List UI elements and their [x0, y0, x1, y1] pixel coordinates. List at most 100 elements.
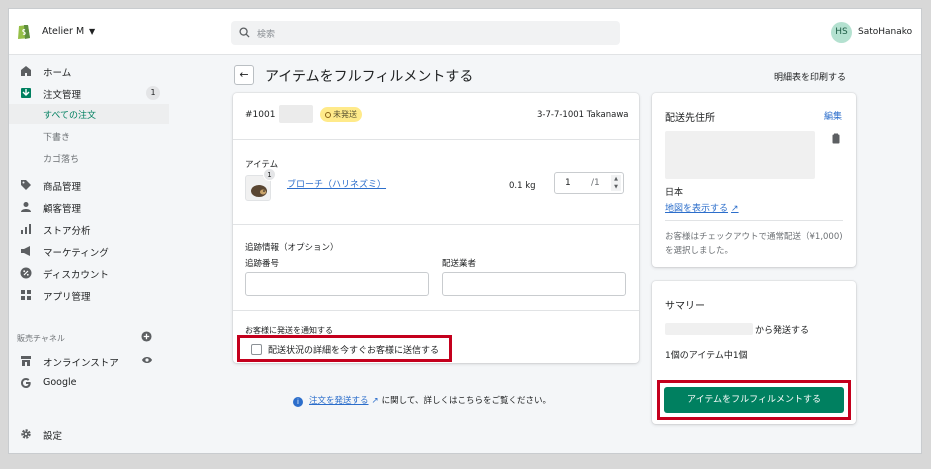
- apps-icon: [21, 290, 31, 300]
- view-map-text: 地図を表示する: [665, 204, 729, 214]
- fulfill-orders-help-link[interactable]: 注文を発送する: [309, 396, 369, 406]
- info-icon: i: [293, 397, 303, 407]
- clipboard-icon[interactable]: [832, 133, 840, 144]
- sidebar-item-customers[interactable]: 顧客管理: [9, 197, 169, 217]
- notify-highlight: 配送状況の詳細を今すぐお客様に送信する: [237, 335, 452, 362]
- divider: [665, 220, 843, 221]
- ship-from-text: から発送する: [755, 326, 810, 336]
- sidebar-item-label: すべての注文: [43, 111, 97, 121]
- tracking-number-label: 追跡番号: [245, 259, 280, 269]
- sidebar-item-label: 注文管理: [43, 90, 82, 101]
- item-count-badge: 1: [263, 168, 276, 181]
- notify-checkbox-label[interactable]: 配送状況の詳細を今すぐお客様に送信する: [268, 343, 439, 356]
- home-icon: [21, 66, 31, 76]
- sales-channels-label: 販売チャネル: [17, 334, 65, 343]
- sidebar-item-apps[interactable]: アプリ管理: [9, 285, 169, 305]
- redacted-origin: [665, 323, 753, 335]
- google-icon: [21, 378, 31, 388]
- search-bar[interactable]: 検索: [231, 21, 620, 45]
- search-icon: [239, 27, 250, 38]
- country: 日本: [665, 188, 684, 198]
- shipping-address-card: 配送先住所 編集 日本 地図を表示する ↗ お客様はチェックアウトで通常配送（¥1…: [652, 93, 856, 267]
- sidebar-item-label: カゴ落ち: [43, 155, 80, 165]
- status-dot-icon: [325, 112, 331, 118]
- shipping-address-title: 配送先住所: [665, 113, 715, 124]
- sidebar-item-settings[interactable]: 設定: [9, 424, 169, 444]
- back-button[interactable]: ←: [234, 65, 254, 85]
- bar-chart-icon: [21, 224, 31, 234]
- spinner-icon[interactable]: ▲ ▼: [611, 175, 621, 191]
- edit-address-link[interactable]: 編集: [824, 109, 842, 122]
- shopify-logo-icon: [18, 25, 30, 39]
- item-weight: 0.1 kg: [509, 181, 536, 191]
- quantity-stepper[interactable]: 1 /1 ▲ ▼: [554, 172, 624, 194]
- search-placeholder: 検索: [257, 30, 276, 40]
- location-address: 3-7-7-1001 Takanawa: [537, 110, 629, 120]
- summary-card: サマリー から発送する 1個のアイテム中1個 アイテムをフルフィルメントする: [652, 281, 856, 424]
- carrier-input[interactable]: [442, 272, 626, 296]
- app-window: Atelier M ▼ 検索 HS SatoHanako ホーム 注文管理 1 …: [8, 8, 922, 454]
- status-text: 未発送: [333, 110, 357, 119]
- order-number: #1001: [245, 110, 276, 120]
- sidebar-item-label: アプリ管理: [43, 292, 91, 303]
- fulfill-highlight: アイテムをフルフィルメントする: [657, 380, 851, 420]
- page-title: アイテムをフルフィルメントする: [265, 69, 474, 85]
- sidebar: ホーム 注文管理 1 すべての注文 下書き カゴ落ち 商品管理 顧客管理 ストア…: [9, 56, 169, 453]
- external-link-icon: ↗: [371, 396, 379, 406]
- status-badge: 未発送: [320, 107, 362, 122]
- store-icon: [21, 356, 31, 366]
- divider: [233, 224, 639, 225]
- user-name[interactable]: SatoHanako: [858, 27, 912, 37]
- store-name[interactable]: Atelier M: [42, 26, 84, 37]
- top-bar: Atelier M ▼ 検索 HS SatoHanako: [9, 9, 921, 55]
- summary-title: サマリー: [665, 301, 705, 312]
- shipping-method-note: お客様はチェックアウトで通常配送（¥1,000)を選択しました。: [665, 232, 843, 256]
- sidebar-item-products[interactable]: 商品管理: [9, 175, 169, 195]
- orders-count-badge: 1: [146, 86, 160, 100]
- divider: [233, 310, 639, 311]
- fulfillment-card: #1001 未発送 3-7-7-1001 Takanawa アイテム 1 ブロー…: [233, 93, 639, 363]
- notify-checkbox[interactable]: [251, 344, 262, 355]
- tracking-label: 追跡情報（オプション）: [245, 243, 339, 253]
- orders-icon: [21, 88, 31, 98]
- product-link[interactable]: ブローチ（ハリネズミ）: [287, 177, 386, 190]
- avatar[interactable]: HS: [831, 22, 852, 43]
- sidebar-item-label: オンラインストア: [43, 358, 119, 369]
- quantity-value[interactable]: 1: [565, 178, 571, 188]
- item-count-text: 1個のアイテム中1個: [665, 351, 748, 361]
- sidebar-item-label: マーケティング: [43, 248, 109, 259]
- sidebar-item-label: ディスカウント: [43, 270, 109, 281]
- fulfill-items-button[interactable]: アイテムをフルフィルメントする: [664, 387, 844, 413]
- add-channel-icon[interactable]: [141, 331, 152, 342]
- redacted-location: [279, 105, 313, 123]
- sidebar-item-abandoned[interactable]: カゴ落ち: [9, 148, 169, 168]
- sidebar-item-all-orders[interactable]: すべての注文: [9, 104, 169, 124]
- eye-icon[interactable]: [141, 355, 153, 365]
- tracking-number-input[interactable]: [245, 272, 429, 296]
- sidebar-item-orders[interactable]: 注文管理 1: [9, 83, 169, 103]
- tag-icon: [21, 180, 31, 190]
- sidebar-item-label: 下書き: [43, 133, 71, 143]
- sidebar-item-drafts[interactable]: 下書き: [9, 126, 169, 146]
- view-map-link[interactable]: 地図を表示する ↗: [665, 201, 739, 214]
- sidebar-item-discounts[interactable]: ディスカウント: [9, 263, 169, 283]
- sidebar-item-marketing[interactable]: マーケティング: [9, 241, 169, 261]
- sidebar-item-label: ストア分析: [43, 226, 91, 237]
- footer-text: に関して、詳しくはこちらをご覧ください。: [381, 396, 551, 406]
- sidebar-item-home[interactable]: ホーム: [9, 61, 169, 81]
- sidebar-item-label: Google: [43, 377, 77, 388]
- sidebar-item-google[interactable]: Google: [9, 373, 169, 393]
- sidebar-item-analytics[interactable]: ストア分析: [9, 219, 169, 239]
- divider: [233, 139, 639, 140]
- gear-icon: [21, 429, 31, 439]
- caret-down-icon[interactable]: ▼: [89, 27, 95, 36]
- arrow-left-icon: ←: [239, 68, 249, 81]
- sidebar-item-label: 商品管理: [43, 182, 82, 193]
- print-packing-slip-link[interactable]: 明細表を印刷する: [774, 70, 846, 83]
- redacted-address: [665, 131, 815, 179]
- person-icon: [21, 202, 31, 212]
- discount-icon: [20, 267, 32, 279]
- help-footer: i 注文を発送する ↗ に関して、詳しくはこちらをご覧ください。: [293, 394, 551, 407]
- sidebar-item-label: 設定: [43, 431, 63, 442]
- quantity-max: /1: [591, 178, 600, 188]
